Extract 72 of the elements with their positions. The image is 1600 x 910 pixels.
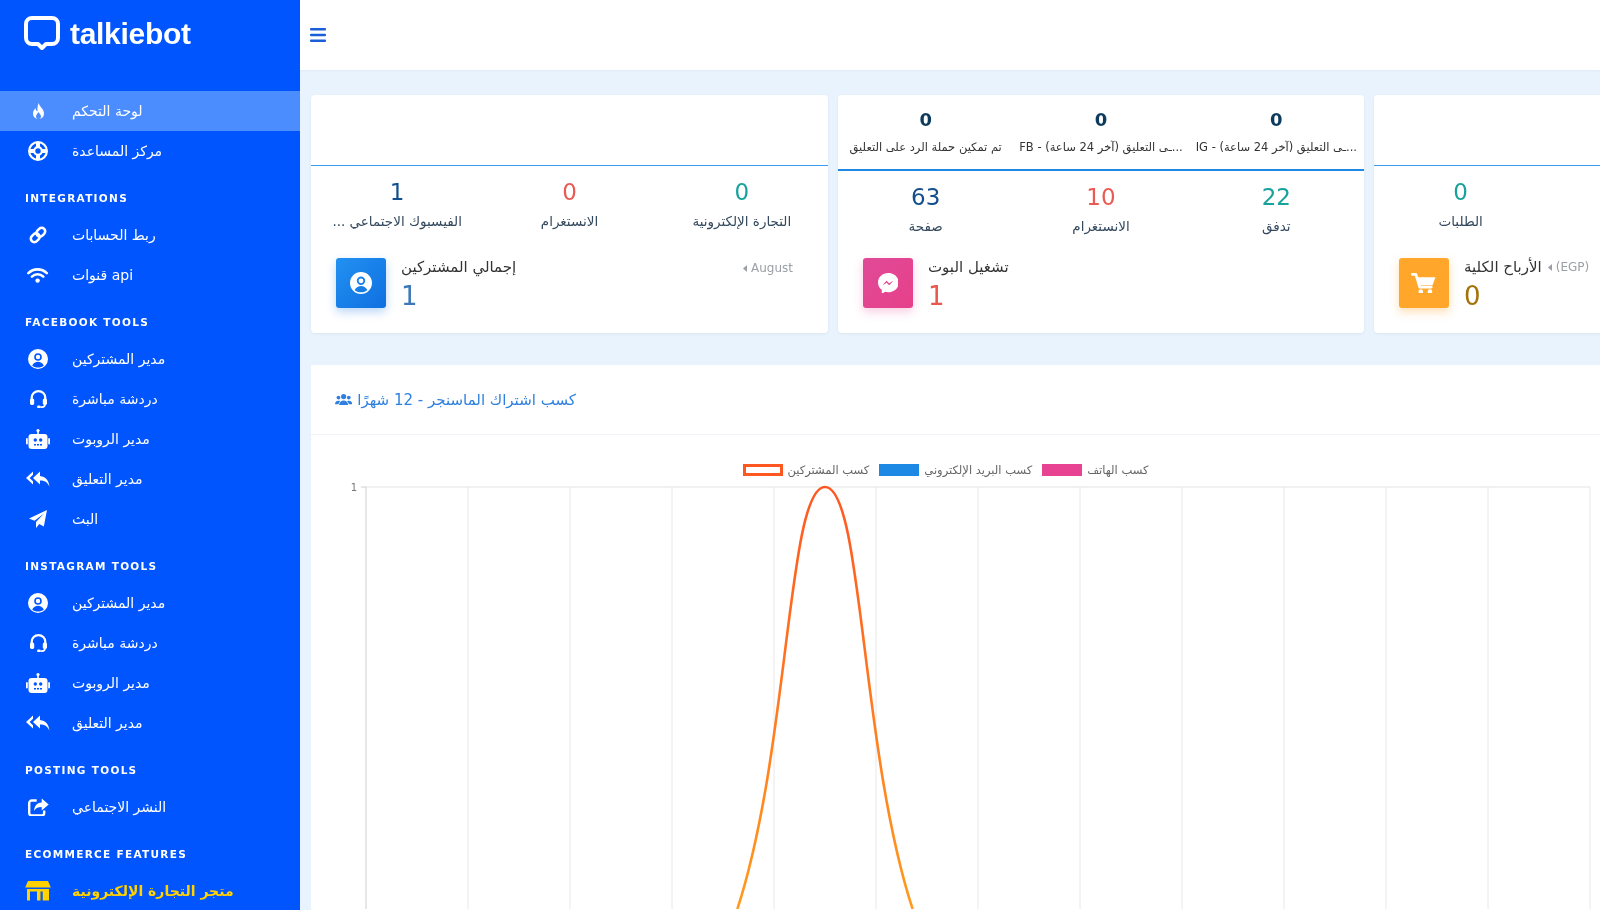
stat-label: الانستغرام — [1072, 217, 1130, 236]
store-icon — [25, 881, 51, 901]
sidebar-item[interactable]: البث — [0, 499, 300, 539]
summary-value: 1 — [401, 280, 418, 313]
summary-title: إجمالي المشتركين — [401, 258, 517, 276]
stat-label: الفيسبوك الاجتماعي ... — [332, 212, 462, 231]
sidebar-item[interactable]: متجر التجارة الإلكترونية — [0, 871, 300, 910]
section-heading: FACEBOOK TOOLS — [24, 315, 151, 330]
sidebar-item[interactable]: مدير الروبوت — [0, 663, 300, 703]
stat-label: ...ـى التعليق (آخر 24 ساعة) - IG — [1195, 139, 1357, 155]
summary-value: 0 — [1464, 280, 1481, 313]
sidebar-item[interactable]: دردشة مباشرة — [0, 379, 300, 419]
stat-value: 63 — [911, 184, 941, 210]
reply-all-icon — [26, 715, 50, 731]
robot-icon — [26, 429, 50, 449]
stat-label: تدفق — [1262, 217, 1291, 236]
link-icon — [28, 225, 48, 245]
stat-value: 0 — [1453, 179, 1468, 205]
legend-label: كسب البريد الإلكتروني — [924, 463, 1033, 477]
legend-label: كسب الهاتف — [1087, 463, 1149, 477]
axis-tick-label: 1 — [350, 482, 357, 493]
paper-plane-icon — [29, 510, 47, 528]
chat-bubble-icon — [24, 16, 60, 50]
sidebar-item[interactable]: ربط الحسابات — [0, 215, 300, 255]
sidebar-item[interactable]: النشر الاجتماعي — [0, 787, 300, 827]
share-icon — [27, 797, 49, 817]
caret-icon — [1547, 263, 1552, 271]
section-heading: INSTAGRAM TOOLS — [24, 559, 159, 574]
stat-label: التجارة الإلكترونية — [692, 212, 792, 231]
users-icon — [335, 393, 353, 406]
sidebar-item[interactable]: مدير التعليق — [0, 703, 300, 743]
stat-value: 0 — [1094, 109, 1108, 131]
wifi-icon — [27, 267, 49, 283]
panel-title: كسب اشتراك الماسنجر - 12 شهرًا — [357, 389, 576, 410]
summary-value: 1 — [928, 280, 945, 313]
menu-icon[interactable] — [310, 28, 326, 42]
stat-value: 0 — [562, 179, 577, 205]
sidebar-item[interactable]: مدير المشتركين — [0, 339, 300, 379]
stat-label: الطلبات — [1438, 212, 1483, 231]
stat-value: 0 — [919, 109, 932, 131]
sidebar-item[interactable]: مدير التعليق — [0, 459, 300, 499]
section-heading: INTEGRATIONS — [24, 191, 129, 206]
stat-label: صفحة — [908, 217, 943, 236]
section-heading: ECOMMERCE FEATURES — [24, 847, 189, 862]
headset-icon — [29, 633, 47, 653]
caret-icon — [743, 264, 747, 272]
sidebar-item[interactable]: مدير الروبوت — [0, 419, 300, 459]
stat-value: 0 — [734, 179, 750, 205]
sidebar-item[interactable]: دردشة مباشرة — [0, 623, 300, 663]
sidebar-item[interactable]: مركز المساعدة — [0, 131, 300, 171]
robot-icon — [26, 673, 50, 693]
cart-icon — [1399, 258, 1449, 308]
stat-value: 0 — [1270, 109, 1283, 131]
reply-all-icon — [26, 471, 50, 487]
flame-icon — [32, 103, 44, 119]
summary-title: الأرباح الكلية — [1464, 258, 1542, 276]
legend-label: كسب المشتركين — [787, 463, 870, 477]
headset-icon — [29, 389, 47, 409]
lifebuoy-icon — [28, 141, 48, 161]
stat-value: 10 — [1086, 184, 1116, 210]
logo-text: talkiebot — [70, 16, 191, 52]
sidebar-item[interactable]: مدير المشتركين — [0, 583, 300, 623]
stat-value: 1 — [389, 179, 405, 205]
stat-label: الانستغرام — [540, 212, 599, 231]
section-heading: POSTING TOOLS — [24, 763, 139, 778]
stat-label: ...ـى التعليق (آخر 24 ساعة) - FB — [1019, 139, 1183, 155]
stat-label: تم تمكين حملة الرد على التعليق — [849, 139, 1002, 155]
messenger-icon — [863, 258, 913, 308]
summary-title: تشغيل البوت — [928, 258, 1009, 276]
sidebar-item[interactable]: لوحة التحكم — [0, 91, 300, 131]
sidebar-item[interactable]: قنوات api — [0, 255, 300, 295]
stat-value: 22 — [1261, 184, 1291, 210]
